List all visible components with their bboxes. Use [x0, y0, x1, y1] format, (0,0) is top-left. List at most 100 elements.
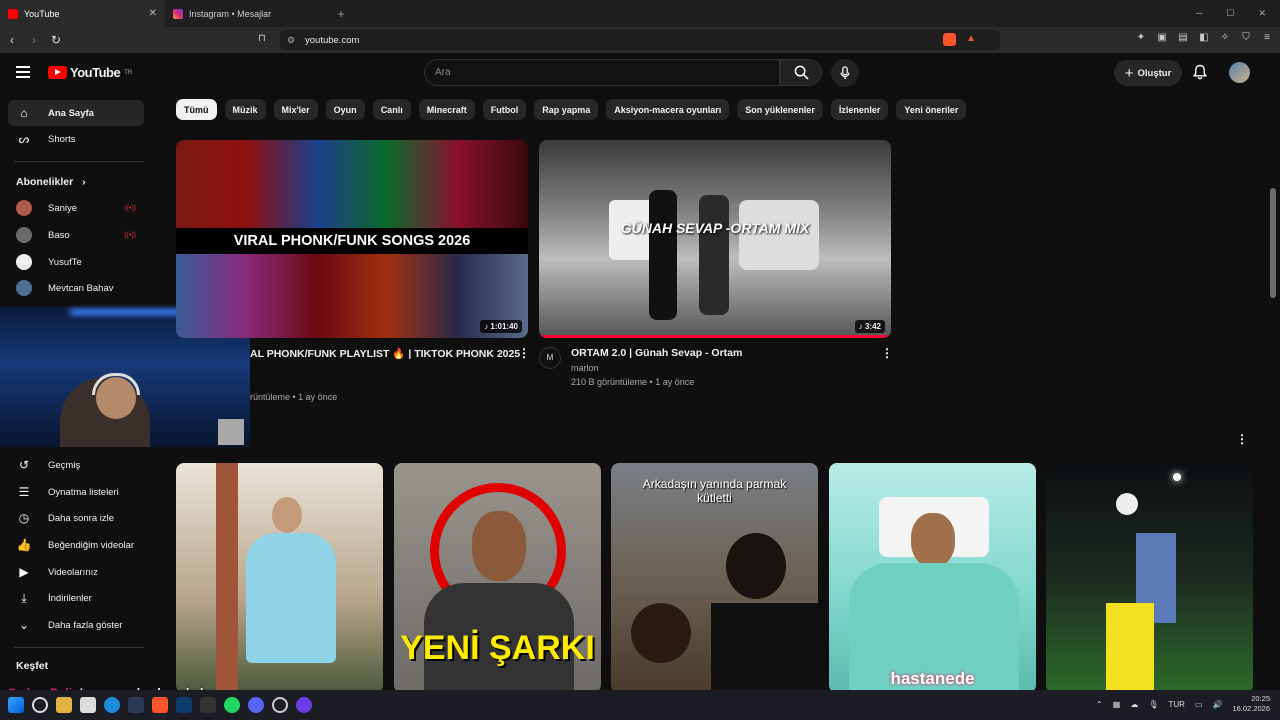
bookmark-icon[interactable]: ⊓ [258, 33, 266, 44]
more-actions-icon[interactable]: ⋮ [518, 346, 530, 360]
sidebar-item-history[interactable]: ↺ Geçmiş [8, 452, 144, 478]
chip-action-adventure[interactable]: Aksiyon-macera oyunları [606, 99, 730, 120]
sidebar-item-home[interactable]: ⌂ Ana Sayfa [8, 100, 144, 126]
chip-mixes[interactable]: Mix'ler [273, 99, 318, 120]
guide-menu-icon[interactable] [16, 66, 30, 78]
spotify-icon[interactable] [224, 697, 240, 713]
kick-tray-icon[interactable]: ▦ [1113, 700, 1121, 709]
tab-youtube[interactable]: YouTube ✕ [0, 0, 165, 27]
chip-recently-uploaded[interactable]: Son yüklenenler [737, 99, 823, 120]
sidebar-item-saniye[interactable]: Saniye ((•)) [8, 195, 144, 221]
wallet-icon[interactable]: ◧ [1197, 32, 1211, 46]
discord-icon[interactable] [248, 697, 264, 713]
brave-icon[interactable] [152, 697, 168, 713]
sidebar-item-mevtcan[interactable]: Mevtcan Bahav [8, 275, 144, 301]
sidebar-item-yusufte[interactable]: YusufTe [8, 249, 144, 275]
brave-shield-icon[interactable] [943, 33, 956, 46]
short-overlay-text: YENİ ŞARKI [400, 629, 595, 667]
home-icon: ⌂ [20, 106, 28, 120]
kick-icon[interactable] [200, 697, 216, 713]
maximize-icon[interactable]: ☐ [1226, 8, 1234, 19]
chip-all[interactable]: Tümü [176, 99, 217, 120]
tab-instagram[interactable]: Instagram • Mesajlar [165, 0, 330, 27]
short-thumbnail-1[interactable] [176, 463, 383, 693]
chip-gaming[interactable]: Oyun [325, 99, 365, 120]
shelf-more-actions-icon[interactable]: ⋮ [1236, 432, 1248, 446]
chip-new-to-you[interactable]: Yeni öneriler [896, 99, 967, 120]
new-tab-button[interactable]: + [330, 7, 352, 21]
chip-minecraft[interactable]: Minecraft [418, 99, 475, 120]
reload-icon[interactable]: ↻ [46, 33, 66, 47]
sidebar-item-your-videos[interactable]: ▶ Videolarınız [8, 559, 144, 585]
video-title-phonk[interactable]: AL PHONK/FUNK PLAYLIST 🔥 | TIKTOK PHONK … [250, 347, 520, 360]
url-field[interactable]: ⚙ youtube.com ▲ [280, 30, 1000, 50]
divider [14, 161, 144, 162]
voice-search-button[interactable] [831, 59, 859, 87]
watch-progress-bar [539, 335, 891, 338]
start-icon[interactable] [8, 697, 24, 713]
short-thumbnail-5[interactable] [1046, 463, 1253, 693]
video-title-ortam[interactable]: ORTAM 2.0 | Günah Sevap - Ortam [571, 347, 742, 359]
edge-icon[interactable] [104, 697, 120, 713]
search-button[interactable] [780, 59, 822, 86]
chip-football[interactable]: Futbol [482, 99, 527, 120]
subscriptions-header[interactable]: Abonelikler › [16, 176, 86, 188]
terminal-icon[interactable] [128, 697, 144, 713]
video-thumbnail-phonk[interactable]: VIRAL PHONK/FUNK SONGS 2026 ♪ 1:01:40 [176, 140, 528, 338]
filter-chips: Tümü Müzik Mix'ler Oyun Canlı Minecraft … [176, 99, 967, 120]
sidebar-item-liked[interactable]: 👍 Beğendiğim videolar [8, 532, 144, 558]
more-actions-icon[interactable]: ⋮ [881, 346, 893, 360]
youtube-logo[interactable]: YouTube TR [48, 65, 132, 80]
network-icon[interactable]: ▭ [1195, 700, 1203, 709]
back-icon[interactable]: ‹ [2, 33, 22, 47]
short-thumbnail-2[interactable]: YENİ ŞARKI [394, 463, 601, 693]
close-icon[interactable]: ✕ [149, 8, 157, 19]
notifications-bell-icon[interactable] [1192, 64, 1208, 80]
search-input[interactable]: Ara [424, 59, 780, 86]
language-indicator[interactable]: TUR [1168, 700, 1184, 709]
person-head [911, 513, 955, 567]
account-avatar[interactable] [1229, 62, 1250, 83]
sidebar-item-playlists[interactable]: ☰ Oynatma listeleri [8, 479, 144, 505]
sidebar-item-watch-later[interactable]: ◷ Daha sonra izle [8, 505, 144, 531]
rewards-icon[interactable]: ▲ [966, 33, 976, 44]
extensions-icon[interactable]: ✦ [1134, 32, 1148, 46]
site-info-icon[interactable]: ⚙ [287, 35, 295, 46]
create-button[interactable]: + Oluştur [1114, 60, 1182, 86]
store-icon[interactable] [80, 697, 96, 713]
page-scrollbar[interactable] [1270, 188, 1276, 298]
vpn-icon[interactable]: ⛉ [1239, 32, 1253, 46]
channel-name: Baso [48, 229, 70, 241]
forward-icon[interactable]: › [24, 33, 44, 47]
channel-name[interactable]: marlon [571, 363, 599, 373]
chip-rap[interactable]: Rap yapma [534, 99, 599, 120]
app-icon[interactable] [296, 697, 312, 713]
chip-live[interactable]: Canlı [372, 99, 411, 120]
clock[interactable]: 20:25 16.02.2026 [1232, 694, 1270, 714]
leo-ai-icon[interactable]: ✧ [1218, 32, 1232, 46]
file-explorer-icon[interactable] [56, 697, 72, 713]
menu-icon[interactable]: ≡ [1260, 32, 1274, 46]
obs-icon[interactable] [272, 697, 288, 713]
short-thumbnail-3[interactable]: Arkadaşın yanında parmak kütletti [611, 463, 818, 693]
sidebar-toggle-icon[interactable]: ▤ [1176, 32, 1190, 46]
mic-tray-icon[interactable]: 🎙 [1148, 700, 1158, 709]
steam-icon[interactable] [176, 697, 192, 713]
chip-watched[interactable]: İzlenenler [830, 99, 889, 120]
sidebar-item-baso[interactable]: Baso ((•)) [8, 222, 144, 248]
channel-avatar[interactable]: M [539, 347, 561, 369]
screenshot-icon[interactable]: ▣ [1155, 32, 1169, 46]
video-thumbnail-ortam[interactable]: GÜNAH SEVAP -ORTAM MIX ♪ 3:42 [539, 140, 891, 338]
sidebar-item-shorts[interactable]: ᔕ Shorts [8, 126, 144, 152]
sidebar-item-show-more[interactable]: ⌄ Daha fazla göster [8, 612, 144, 638]
minimize-icon[interactable]: ─ [1196, 8, 1202, 19]
volume-icon[interactable]: 🔊 [1212, 700, 1222, 709]
short-thumbnail-4[interactable]: hastanede [829, 463, 1036, 693]
sidebar-item-downloads[interactable]: ⤓ İndirilenler [8, 585, 144, 611]
chevron-up-icon[interactable]: ⌃ [1096, 700, 1103, 709]
close-window-icon[interactable]: ✕ [1258, 8, 1266, 19]
history-icon: ↺ [18, 458, 30, 472]
cloud-icon[interactable]: ☁ [1130, 700, 1138, 709]
search-icon[interactable] [32, 697, 48, 713]
chip-music[interactable]: Müzik [224, 99, 266, 120]
